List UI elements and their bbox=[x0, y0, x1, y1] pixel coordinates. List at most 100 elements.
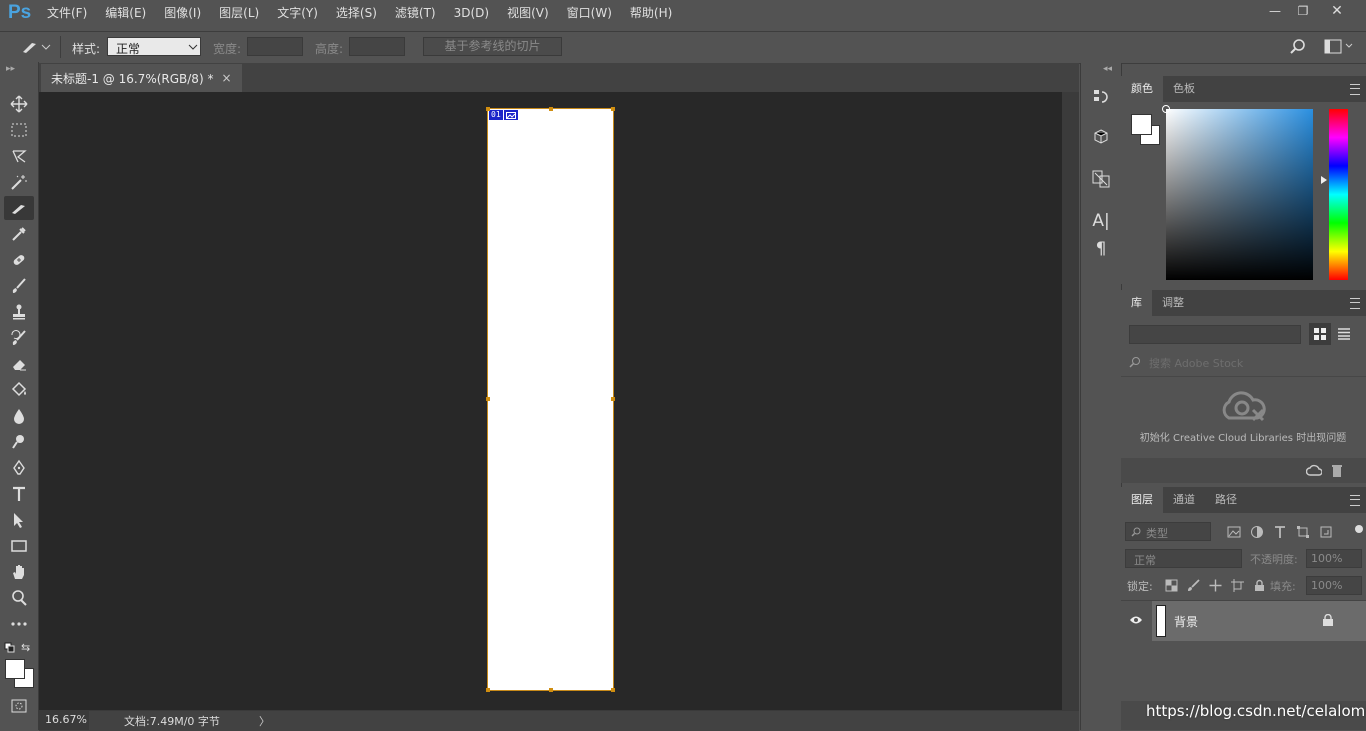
tab-paths[interactable]: 路径 bbox=[1205, 487, 1247, 513]
more-tools[interactable] bbox=[4, 612, 34, 636]
type-tool[interactable] bbox=[4, 482, 34, 506]
slice-tool[interactable] bbox=[4, 196, 34, 220]
style-select[interactable]: 正常 bbox=[107, 37, 201, 56]
menu-3d[interactable]: 3D(D) bbox=[445, 0, 498, 27]
panel-menu-icon[interactable] bbox=[1350, 84, 1360, 95]
grid-view-icon[interactable] bbox=[1309, 323, 1331, 345]
shape-filter-icon[interactable] bbox=[1296, 525, 1310, 539]
cloud-sync-icon[interactable] bbox=[1306, 464, 1322, 478]
paragraph-panel-icon[interactable]: ¶ bbox=[1089, 237, 1113, 261]
layer-row[interactable]: 背景 bbox=[1152, 601, 1366, 641]
menu-help[interactable]: 帮助(H) bbox=[621, 0, 681, 27]
transform-handle[interactable] bbox=[611, 397, 615, 401]
slices-from-guides-button[interactable]: 基于参考线的切片 bbox=[423, 37, 562, 56]
history-panel-icon[interactable] bbox=[1089, 85, 1113, 109]
eyedropper-tool[interactable] bbox=[4, 222, 34, 246]
lock-pixels-icon[interactable] bbox=[1187, 579, 1200, 592]
lock-transparent-icon[interactable] bbox=[1165, 579, 1178, 592]
close-tab-icon[interactable]: × bbox=[221, 71, 231, 85]
menu-layer[interactable]: 图层(L) bbox=[210, 0, 268, 27]
stock-search-input[interactable]: 搜索 Adobe Stock bbox=[1149, 355, 1349, 371]
filter-toggle[interactable] bbox=[1355, 525, 1363, 533]
3d-panel-icon[interactable] bbox=[1089, 125, 1113, 149]
slice-tool-preset-icon[interactable] bbox=[20, 38, 52, 56]
hue-slider[interactable] bbox=[1329, 109, 1348, 280]
tab-color[interactable]: 颜色 bbox=[1121, 76, 1163, 102]
collapse-dock-icon[interactable]: ◂◂ bbox=[1103, 64, 1112, 74]
default-colors-icon[interactable] bbox=[4, 642, 16, 654]
layer-name[interactable]: 背景 bbox=[1174, 613, 1198, 630]
color-picker-field[interactable] bbox=[1162, 105, 1313, 280]
lock-position-icon[interactable] bbox=[1209, 579, 1222, 592]
foreground-color-swatch[interactable] bbox=[5, 659, 25, 679]
tab-swatches[interactable]: 色板 bbox=[1163, 76, 1205, 102]
tab-channels[interactable]: 通道 bbox=[1163, 487, 1205, 513]
panel-menu-icon[interactable] bbox=[1350, 298, 1360, 309]
brush-tool[interactable] bbox=[4, 274, 34, 298]
transform-handle[interactable] bbox=[486, 397, 490, 401]
collapse-toolbar-icon[interactable]: ▸▸ bbox=[6, 64, 15, 74]
magic-wand-tool[interactable] bbox=[4, 170, 34, 194]
move-tool[interactable] bbox=[4, 92, 34, 116]
vertical-scrollbar[interactable] bbox=[1062, 92, 1079, 710]
list-view-icon[interactable] bbox=[1338, 328, 1350, 340]
healing-brush-tool[interactable] bbox=[4, 248, 34, 272]
menu-window[interactable]: 窗口(W) bbox=[558, 0, 621, 27]
lasso-tool[interactable] bbox=[4, 144, 34, 168]
menu-edit[interactable]: 编辑(E) bbox=[96, 0, 155, 27]
blur-tool[interactable] bbox=[4, 404, 34, 428]
menu-view[interactable]: 视图(V) bbox=[498, 0, 558, 27]
smart-object-filter-icon[interactable] bbox=[1319, 525, 1333, 539]
transform-handle[interactable] bbox=[486, 688, 490, 692]
layer-filter-select[interactable]: 类型 bbox=[1125, 522, 1211, 541]
character-panel-icon[interactable]: A| bbox=[1089, 209, 1113, 233]
properties-panel-icon[interactable] bbox=[1089, 167, 1113, 191]
search-icon[interactable] bbox=[1289, 38, 1307, 56]
trash-icon[interactable] bbox=[1331, 464, 1343, 478]
path-selection-tool[interactable] bbox=[4, 508, 34, 532]
menu-select[interactable]: 选择(S) bbox=[327, 0, 386, 27]
eye-icon[interactable] bbox=[1129, 615, 1143, 625]
menu-filter[interactable]: 滤镜(T) bbox=[386, 0, 445, 27]
document-tab[interactable]: 未标题-1 @ 16.7%(RGB/8) * × bbox=[41, 64, 242, 92]
library-select[interactable] bbox=[1129, 325, 1301, 344]
transform-handle[interactable] bbox=[611, 688, 615, 692]
foreground-color-swatch[interactable] bbox=[1131, 114, 1152, 135]
restore-button[interactable]: ❐ bbox=[1286, 0, 1320, 22]
pixel-filter-icon[interactable] bbox=[1227, 525, 1241, 539]
type-filter-icon[interactable] bbox=[1273, 525, 1287, 539]
document-canvas[interactable]: 01 bbox=[487, 108, 614, 691]
close-button[interactable]: ✕ bbox=[1320, 0, 1354, 22]
hand-tool[interactable] bbox=[4, 560, 34, 584]
tab-libraries[interactable]: 库 bbox=[1121, 290, 1152, 316]
marquee-tool[interactable] bbox=[4, 118, 34, 142]
lock-all-icon[interactable] bbox=[1253, 579, 1266, 592]
hue-slider-handle[interactable] bbox=[1321, 176, 1327, 184]
rectangle-tool[interactable] bbox=[4, 534, 34, 558]
zoom-tool[interactable] bbox=[4, 586, 34, 610]
height-input[interactable] bbox=[349, 37, 405, 56]
menu-file[interactable]: 文件(F) bbox=[38, 0, 96, 27]
eraser-tool[interactable] bbox=[4, 352, 34, 376]
zoom-level[interactable]: 16.67% bbox=[39, 711, 89, 730]
menu-type[interactable]: 文字(Y) bbox=[268, 0, 327, 27]
tab-layers[interactable]: 图层 bbox=[1121, 487, 1163, 513]
pen-tool[interactable] bbox=[4, 456, 34, 480]
fill-input[interactable]: 100% bbox=[1306, 576, 1362, 595]
panel-menu-icon[interactable] bbox=[1350, 495, 1360, 506]
width-input[interactable] bbox=[247, 37, 303, 56]
clone-stamp-tool[interactable] bbox=[4, 300, 34, 324]
lock-artboard-icon[interactable] bbox=[1231, 579, 1244, 592]
adjustment-filter-icon[interactable] bbox=[1250, 525, 1264, 539]
tab-adjustments[interactable]: 调整 bbox=[1152, 290, 1194, 316]
paint-bucket-tool[interactable] bbox=[4, 378, 34, 402]
transform-handle[interactable] bbox=[486, 107, 490, 111]
transform-handle[interactable] bbox=[549, 688, 553, 692]
workspace-switcher-icon[interactable] bbox=[1324, 39, 1354, 55]
history-brush-tool[interactable] bbox=[4, 326, 34, 350]
menu-image[interactable]: 图像(I) bbox=[155, 0, 210, 27]
blend-mode-select[interactable]: 正常 bbox=[1125, 549, 1242, 568]
status-menu-arrow[interactable]: 〉 bbox=[259, 713, 270, 729]
dodge-tool[interactable] bbox=[4, 430, 34, 454]
quick-mask-icon[interactable] bbox=[4, 694, 34, 718]
